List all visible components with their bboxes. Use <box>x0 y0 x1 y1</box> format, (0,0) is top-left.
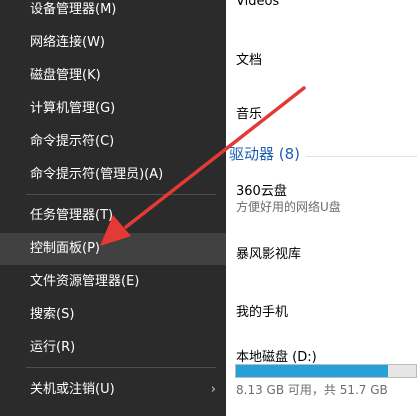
winx-menu: 设备管理器(M) 网络连接(W) 磁盘管理(K) 计算机管理(G) 命令提示符(… <box>0 0 226 416</box>
section-divider <box>306 156 417 157</box>
menu-item-command-prompt-admin[interactable]: 命令提示符(管理员)(A) <box>0 159 226 191</box>
drive-360-cloud-subtitle: 方便好用的网络U盘 <box>236 200 341 214</box>
disk-usage-bar-fill <box>236 365 388 377</box>
menu-separator <box>26 367 216 368</box>
menu-item-device-manager[interactable]: 设备管理器(M) <box>0 0 226 26</box>
drive-free-space: 8.13 GB 可用，共 51.7 GB <box>236 383 388 397</box>
disk-usage-bar <box>235 364 417 378</box>
drive-my-phone[interactable]: 我的手机 <box>236 301 288 320</box>
menu-item-command-prompt[interactable]: 命令提示符(C) <box>0 126 226 158</box>
menu-item-network-connections[interactable]: 网络连接(W) <box>0 27 226 59</box>
folder-videos[interactable]: Videos <box>236 0 279 9</box>
folder-documents[interactable]: 文档 <box>236 49 262 68</box>
menu-item-file-explorer[interactable]: 文件资源管理器(E) <box>0 266 226 298</box>
menu-item-control-panel[interactable]: 控制面板(P) <box>0 233 226 265</box>
menu-item-search[interactable]: 搜索(S) <box>0 299 226 331</box>
explorer-content-pane: Videos 文档 音乐 驱动器 (8) 360云盘 方便好用的网络U盘 暴风影… <box>226 0 417 416</box>
menu-item-task-manager[interactable]: 任务管理器(T) <box>0 200 226 232</box>
drives-section-header[interactable]: 驱动器 (8) <box>229 143 300 164</box>
menu-item-run[interactable]: 运行(R) <box>0 332 226 364</box>
drive-local-disk-d[interactable]: 本地磁盘 (D:) <box>236 346 317 365</box>
menu-item-disk-management[interactable]: 磁盘管理(K) <box>0 60 226 92</box>
drive-baofeng-library[interactable]: 暴风影视库 <box>236 243 301 262</box>
menu-item-shutdown-signout[interactable]: 关机或注销(U) › <box>0 374 226 406</box>
drive-360-cloud[interactable]: 360云盘 <box>236 180 287 199</box>
menu-separator <box>26 194 216 195</box>
folder-music[interactable]: 音乐 <box>236 103 262 122</box>
menu-item-computer-management[interactable]: 计算机管理(G) <box>0 93 226 125</box>
chevron-right-icon: › <box>210 382 216 397</box>
